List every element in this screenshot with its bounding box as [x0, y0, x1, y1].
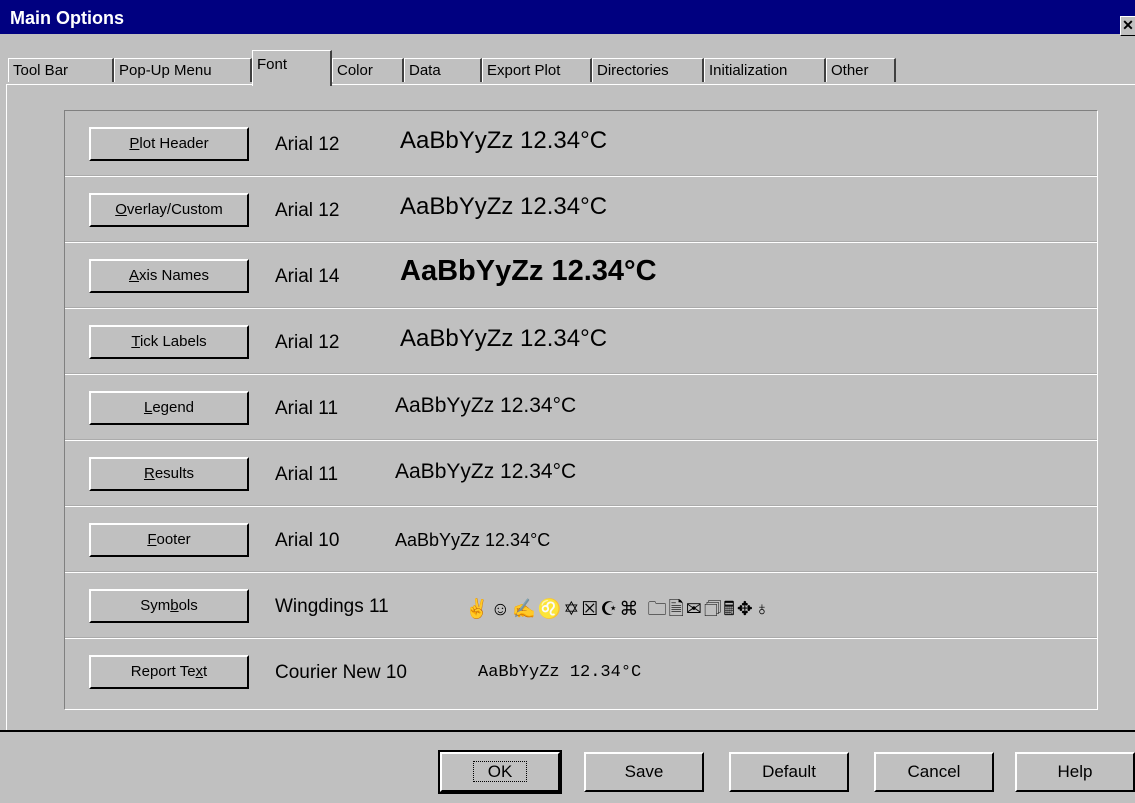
footer-button[interactable]: Footer: [89, 523, 249, 557]
font-row-overlay-custom: Overlay/Custom Arial 12 AaBbYyZz 12.34°C: [65, 177, 1097, 243]
title-bar: Main Options ✕: [0, 0, 1135, 36]
ok-button-label: OK: [472, 761, 528, 782]
tab-tool-bar[interactable]: Tool Bar: [8, 58, 114, 82]
tab-export-plot[interactable]: Export Plot: [482, 58, 592, 82]
tab-other[interactable]: Other: [826, 58, 896, 82]
default-button[interactable]: Default: [729, 752, 849, 792]
font-name-label: Arial 12: [275, 200, 340, 221]
font-row-footer: Footer Arial 10 AaBbYyZz 12.34°C: [65, 507, 1097, 573]
font-sample-text: AaBbYyZz 12.34°C: [400, 193, 608, 220]
axis-names-button[interactable]: Axis Names: [89, 259, 249, 293]
overlay-custom-button[interactable]: Overlay/Custom: [89, 193, 249, 227]
legend-button[interactable]: Legend: [89, 391, 249, 425]
tab-data[interactable]: Data: [404, 58, 482, 82]
font-sample-text: AaBbYyZz 12.34°C: [395, 394, 577, 417]
save-button[interactable]: Save: [584, 752, 704, 792]
font-name-label: Arial 11: [275, 464, 339, 485]
main-options-window: Main Options ✕ Tool Bar Pop-Up Menu Font…: [0, 0, 1135, 803]
close-icon[interactable]: ✕: [1120, 16, 1135, 36]
font-name-label: Arial 10: [275, 530, 340, 551]
font-row-results: Results Arial 11 AaBbYyZz 12.34°C: [65, 441, 1097, 507]
font-sample-text: AaBbYyZz 12.34°C: [400, 325, 608, 352]
font-name-label: Courier New 10: [275, 662, 407, 683]
font-sample-text: AaBbYyZz 12.34°C: [400, 255, 657, 287]
font-row-legend: Legend Arial 11 AaBbYyZz 12.34°C: [65, 375, 1097, 441]
font-row-axis-names: Axis Names Arial 14 AaBbYyZz 12.34°C: [65, 243, 1097, 309]
font-name-label: Arial 14: [275, 266, 340, 287]
font-row-symbols: Symbols Wingdings 11 ✌☺✍♌✡☒☪⌘ 🗀🗎✉🗇🖩✥♁: [65, 573, 1097, 639]
tab-font[interactable]: Font: [252, 50, 332, 86]
font-row-tick-labels: Tick Labels Arial 12 AaBbYyZz 12.34°C: [65, 309, 1097, 375]
font-name-label: Arial 11: [275, 398, 339, 419]
dialog-button-bar: OK Save Default Cancel Help: [0, 730, 1135, 803]
font-name-label: Wingdings 11: [275, 596, 389, 617]
tick-labels-button[interactable]: Tick Labels: [89, 325, 249, 359]
window-title: Main Options: [10, 8, 124, 28]
font-row-plot-header: Plot Header Arial 12 AaBbYyZz 12.34°C: [65, 111, 1097, 177]
help-button[interactable]: Help: [1015, 752, 1135, 792]
cancel-button[interactable]: Cancel: [874, 752, 994, 792]
tab-directories[interactable]: Directories: [592, 58, 704, 82]
font-sample-text: AaBbYyZz 12.34°C: [400, 127, 608, 154]
font-sample-text: AaBbYyZz 12.34°C: [395, 530, 551, 550]
tab-color[interactable]: Color: [332, 58, 404, 82]
tab-initialization[interactable]: Initialization: [704, 58, 826, 82]
symbols-button[interactable]: Symbols: [89, 589, 249, 623]
font-sample-symbols: ✌☺✍♌✡☒☪⌘ 🗀🗎✉🗇🖩✥♁: [465, 599, 771, 620]
font-row-report-text: Report Text Courier New 10 AaBbYyZz 12.3…: [65, 639, 1097, 705]
report-text-button[interactable]: Report Text: [89, 655, 249, 689]
font-settings-list: Plot Header Arial 12 AaBbYyZz 12.34°C Ov…: [64, 110, 1098, 710]
tab-pop-up-menu[interactable]: Pop-Up Menu: [114, 58, 252, 82]
font-sample-text: AaBbYyZz 12.34°C: [395, 460, 577, 483]
font-name-label: Arial 12: [275, 332, 340, 353]
font-name-label: Arial 12: [275, 134, 340, 155]
results-button[interactable]: Results: [89, 457, 249, 491]
font-sample-text: AaBbYyZz 12.34°C: [478, 663, 642, 682]
plot-header-button[interactable]: Plot Header: [89, 127, 249, 161]
ok-button[interactable]: OK: [438, 750, 562, 794]
